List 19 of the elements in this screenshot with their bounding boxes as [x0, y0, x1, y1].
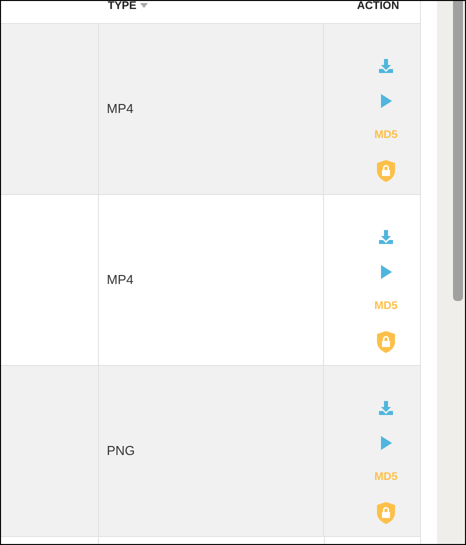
shield-lock-icon[interactable] [377, 502, 395, 524]
download-icon[interactable] [378, 228, 394, 244]
shield-lock-icon[interactable] [377, 160, 395, 182]
play-icon[interactable] [380, 94, 392, 108]
table-cell-text: MP4 [106, 100, 134, 118]
scrollbar-thumb[interactable] [453, 1, 463, 301]
download-icon[interactable] [378, 58, 394, 74]
table-cell-text: PNG [106, 442, 135, 460]
table-cell-text: MP4 [106, 271, 134, 290]
sort-icon[interactable] [140, 1, 148, 9]
column-header[interactable]: TYPE [108, 1, 136, 12]
md5-link[interactable]: MD5 [374, 298, 398, 315]
download-icon[interactable] [378, 400, 394, 416]
shield-lock-icon[interactable] [377, 330, 395, 352]
md5-link[interactable]: MD5 [374, 469, 398, 486]
play-icon[interactable] [380, 264, 392, 278]
play-icon[interactable] [380, 436, 392, 450]
md5-link[interactable]: MD5 [374, 127, 398, 144]
column-header: ACTION [357, 1, 400, 12]
